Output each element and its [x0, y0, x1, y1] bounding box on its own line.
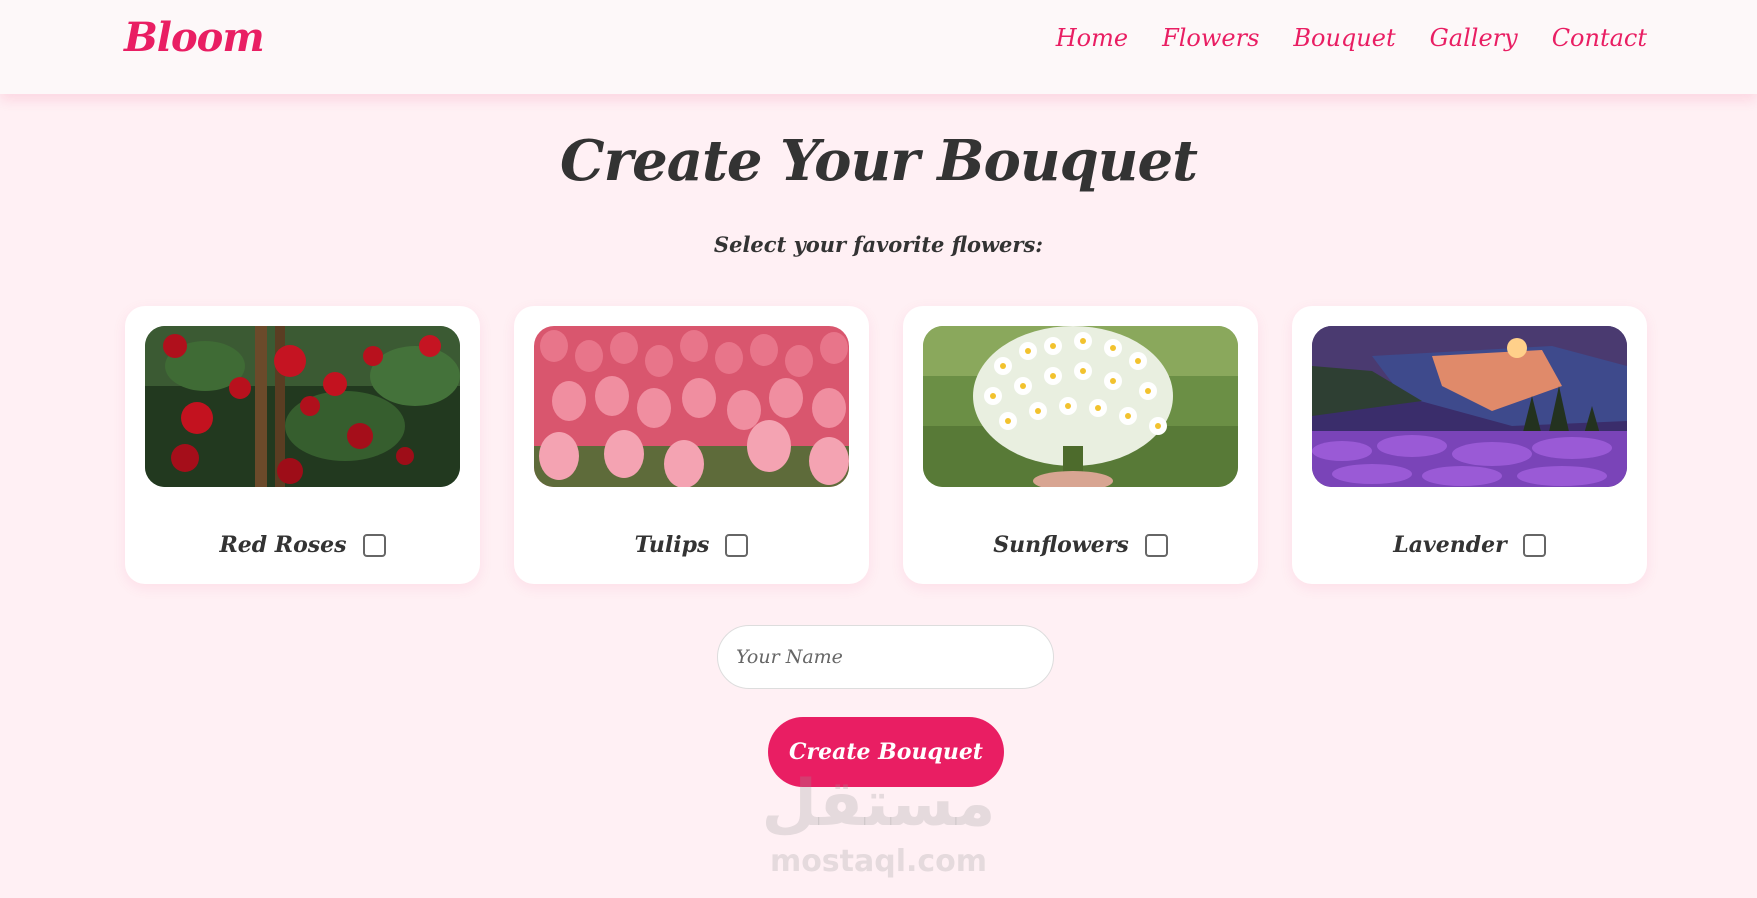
watermark-latin: mostaql.com — [769, 844, 988, 879]
flower-checkbox[interactable] — [362, 533, 386, 557]
main-nav: Home Flowers Bouquet Gallery Contact — [1056, 24, 1647, 52]
nav-gallery[interactable]: Gallery — [1430, 24, 1518, 52]
flower-label: Sunflowers — [993, 532, 1129, 558]
flower-option-tulips: Tulips — [514, 532, 869, 558]
flower-card-tulips[interactable]: Tulips — [514, 306, 869, 584]
logo[interactable]: Bloom — [124, 14, 265, 61]
nav-flowers[interactable]: Flowers — [1162, 24, 1259, 52]
nav-contact[interactable]: Contact — [1552, 24, 1647, 52]
watermark-arabic: مستقل — [761, 767, 996, 841]
flower-checkbox[interactable] — [1522, 533, 1546, 557]
flower-checkbox[interactable] — [725, 533, 749, 557]
flower-checkbox[interactable] — [1144, 533, 1168, 557]
page-title: Create Your Bouquet — [560, 128, 1198, 194]
page-subtitle: Select your favorite flowers: — [713, 232, 1044, 257]
name-input[interactable] — [717, 625, 1054, 689]
lavender-lake-sunset-photo — [1312, 326, 1627, 487]
site-header: Bloom Home Flowers Bouquet Gallery Conta… — [0, 0, 1757, 94]
watermark: مستقل mostaql.com — [0, 772, 1757, 898]
flower-label: Red Roses — [219, 532, 347, 558]
flower-label: Lavender — [1393, 532, 1507, 558]
nav-home[interactable]: Home — [1056, 24, 1128, 52]
red-roses-photo — [145, 326, 460, 487]
flower-option-sunflowers: Sunflowers — [903, 532, 1258, 558]
flower-card-red-roses[interactable]: Red Roses — [125, 306, 480, 584]
flower-option-red-roses: Red Roses — [125, 532, 480, 558]
white-daisies-photo — [923, 326, 1238, 487]
flower-card-lavender[interactable]: Lavender — [1292, 306, 1647, 584]
flower-label: Tulips — [634, 532, 710, 558]
flower-option-lavender: Lavender — [1292, 532, 1647, 558]
pink-tulips-photo — [534, 326, 849, 487]
flower-card-sunflowers[interactable]: Sunflowers — [903, 306, 1258, 584]
nav-bouquet[interactable]: Bouquet — [1293, 24, 1395, 52]
